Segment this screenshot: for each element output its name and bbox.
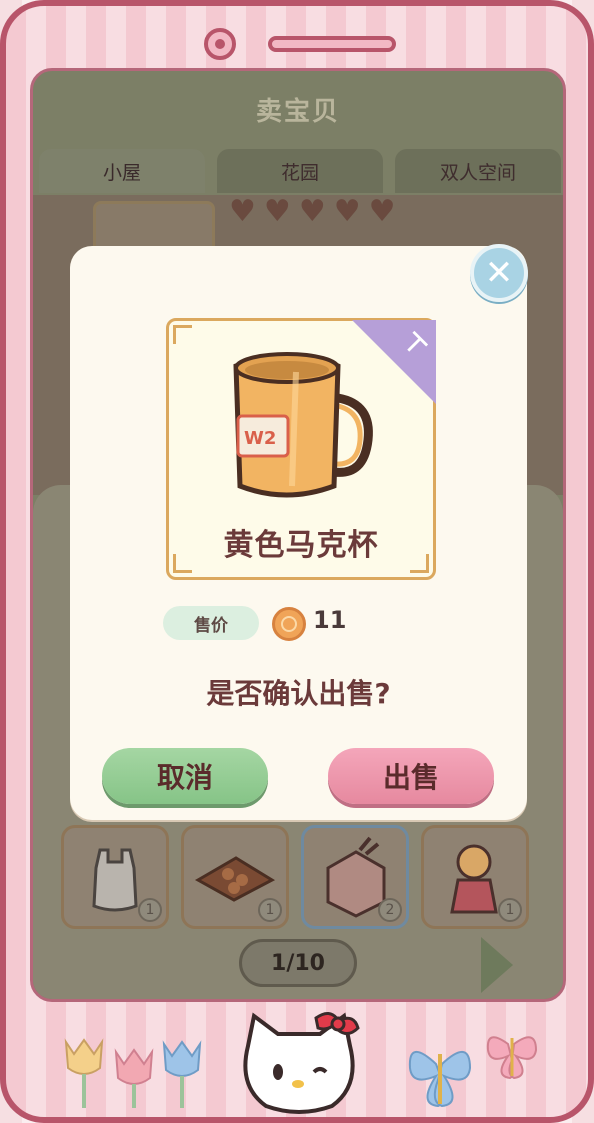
cancel-label: 取消	[156, 761, 213, 794]
coin-icon	[272, 607, 306, 641]
inventory-item[interactable]: 2	[301, 825, 409, 929]
next-page-arrow-icon[interactable]	[481, 937, 513, 993]
tab-cabin[interactable]: 小屋	[39, 149, 205, 193]
item-count-badge: 1	[258, 898, 282, 922]
inventory-item[interactable]: 1	[421, 825, 529, 929]
inventory-item[interactable]: 1	[61, 825, 169, 929]
inventory-item[interactable]: 1	[181, 825, 289, 929]
tab-label: 小屋	[102, 161, 141, 184]
tab-label: 双人空间	[439, 161, 516, 184]
item-name: 黄色马克杯	[223, 528, 379, 563]
tab-garden[interactable]: 花园	[217, 149, 383, 193]
yellow-mug-icon: W2	[233, 352, 373, 498]
confirm-question: 是否确认出售?	[206, 677, 391, 710]
heart-icon: ♥	[263, 194, 291, 229]
sell-label: 出售	[382, 761, 439, 794]
close-icon: ✕	[484, 253, 514, 293]
tab-label: 花园	[280, 161, 319, 184]
close-button[interactable]: ✕	[470, 244, 528, 302]
page-indicator: 1/10	[239, 939, 357, 987]
hello-kitty-icon	[243, 1012, 360, 1114]
heart-icon: ♥	[298, 194, 326, 229]
sell-button[interactable]: 出售	[328, 748, 494, 804]
heart-icon: ♥	[368, 194, 396, 229]
butterflies-icon	[408, 1036, 538, 1108]
camera-icon	[204, 28, 236, 60]
tulip-flowers-icon	[64, 1038, 202, 1108]
item-count-badge: 1	[138, 898, 162, 922]
hearts-row: ♥ ♥ ♥ ♥ ♥	[229, 197, 396, 227]
tab-bar: 小屋 花园 双人空间	[39, 149, 563, 195]
item-count-badge: 1	[498, 898, 522, 922]
item-count-badge: 2	[378, 898, 402, 922]
card-corner	[173, 325, 192, 344]
cancel-button[interactable]: 取消	[102, 748, 268, 804]
heart-icon: ♥	[333, 194, 361, 229]
speaker-icon	[268, 36, 396, 52]
heart-icon: ♥	[229, 194, 256, 229]
price-value: 11	[313, 606, 347, 634]
tab-couple-space[interactable]: 双人空间	[395, 149, 561, 193]
svg-text:W2: W2	[244, 428, 276, 449]
price-label: 售价	[163, 606, 259, 640]
screen-title: 卖宝贝	[255, 97, 340, 127]
